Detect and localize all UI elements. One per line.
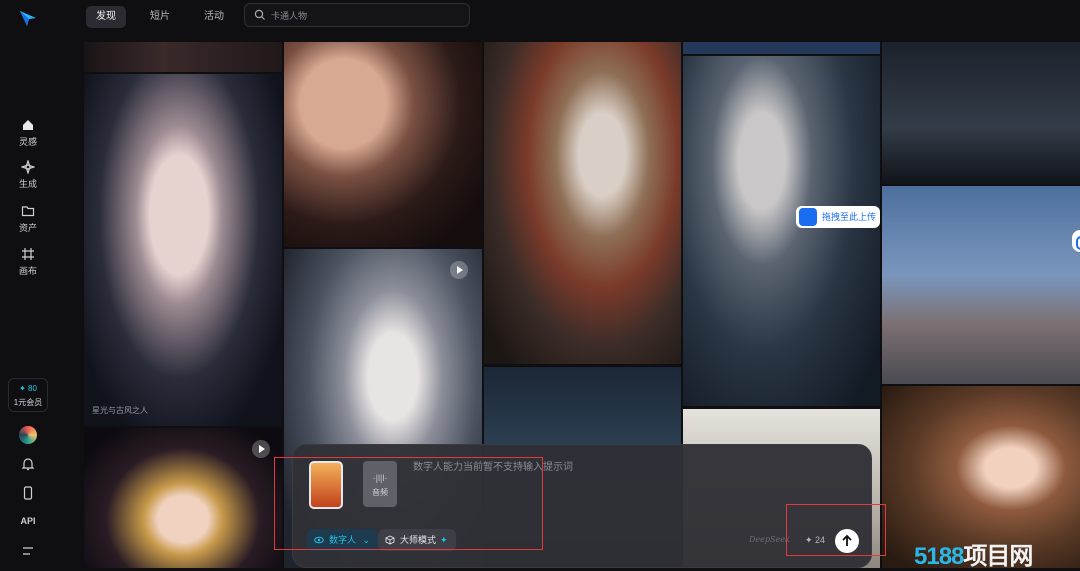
cloud-upload-icon <box>799 208 817 226</box>
top-bar: 发现 短片 活动 <box>72 0 1080 34</box>
credits-badge[interactable]: ✦ 80 1元会员 <box>8 378 48 412</box>
tab-discover[interactable]: 发现 <box>86 6 126 28</box>
annotation-box <box>786 504 886 556</box>
gallery-tile[interactable]: 星光与古风之人 <box>84 74 282 426</box>
folder-icon <box>21 206 35 217</box>
gallery-tile[interactable] <box>683 42 880 54</box>
canvas-icon <box>22 248 34 260</box>
sidebar-item-label: 灵感 <box>18 137 37 147</box>
sidebar-item-assets[interactable]: 资产 <box>0 204 56 234</box>
tile-caption: 星光与古风之人 <box>92 406 148 415</box>
gallery-tile[interactable] <box>84 42 282 72</box>
phone-icon[interactable] <box>20 485 36 501</box>
annotation-box <box>274 457 543 550</box>
watermark-number: 5188 <box>914 543 964 570</box>
gallery-tile[interactable] <box>84 428 282 568</box>
side-toggle-button[interactable] <box>1072 230 1080 252</box>
upload-label: 拖拽至此上传 <box>822 212 877 222</box>
sidebar-item-label: 画布 <box>18 266 37 276</box>
gallery-tile[interactable] <box>284 42 482 247</box>
bell-icon[interactable] <box>20 456 36 472</box>
gallery-tile[interactable] <box>882 42 1080 184</box>
gallery-tile[interactable] <box>683 56 880 406</box>
drag-upload-button[interactable]: 拖拽至此上传 <box>796 206 880 228</box>
sidebar-item-inspiration[interactable]: 灵感 <box>0 118 56 148</box>
api-link[interactable]: API <box>18 516 38 532</box>
avatar[interactable] <box>19 426 37 444</box>
home-icon <box>23 120 33 130</box>
search-input[interactable] <box>271 8 461 24</box>
model-watermark: DeepSeek <box>749 535 790 544</box>
credits-amount: ✦ 80 <box>19 384 37 393</box>
menu-icon[interactable] <box>20 543 36 559</box>
sidebar-item-canvas[interactable]: 画布 <box>0 247 56 277</box>
search-box[interactable] <box>244 3 470 27</box>
app-logo-icon[interactable] <box>18 8 38 28</box>
sidebar-item-label: 生成 <box>18 179 37 189</box>
tab-events[interactable]: 活动 <box>194 6 234 28</box>
gallery-tile[interactable] <box>484 42 681 364</box>
gallery-tile[interactable] <box>882 186 1080 384</box>
tab-shorts[interactable]: 短片 <box>140 6 180 28</box>
sparkle-icon <box>21 160 35 174</box>
watermark-text: 项目网 <box>963 543 1033 570</box>
sidebar-item-generate[interactable]: 生成 <box>0 160 56 190</box>
play-icon[interactable] <box>252 440 270 458</box>
membership-label: 1元会员 <box>13 398 43 407</box>
site-watermark: 5188项目网 <box>914 536 1033 571</box>
sidebar-item-label: 资产 <box>18 223 37 233</box>
play-icon[interactable] <box>450 261 468 279</box>
search-icon <box>254 9 265 20</box>
sidebar: 灵感 生成 资产 画布 ✦ 80 1元会员 API <box>0 0 72 568</box>
